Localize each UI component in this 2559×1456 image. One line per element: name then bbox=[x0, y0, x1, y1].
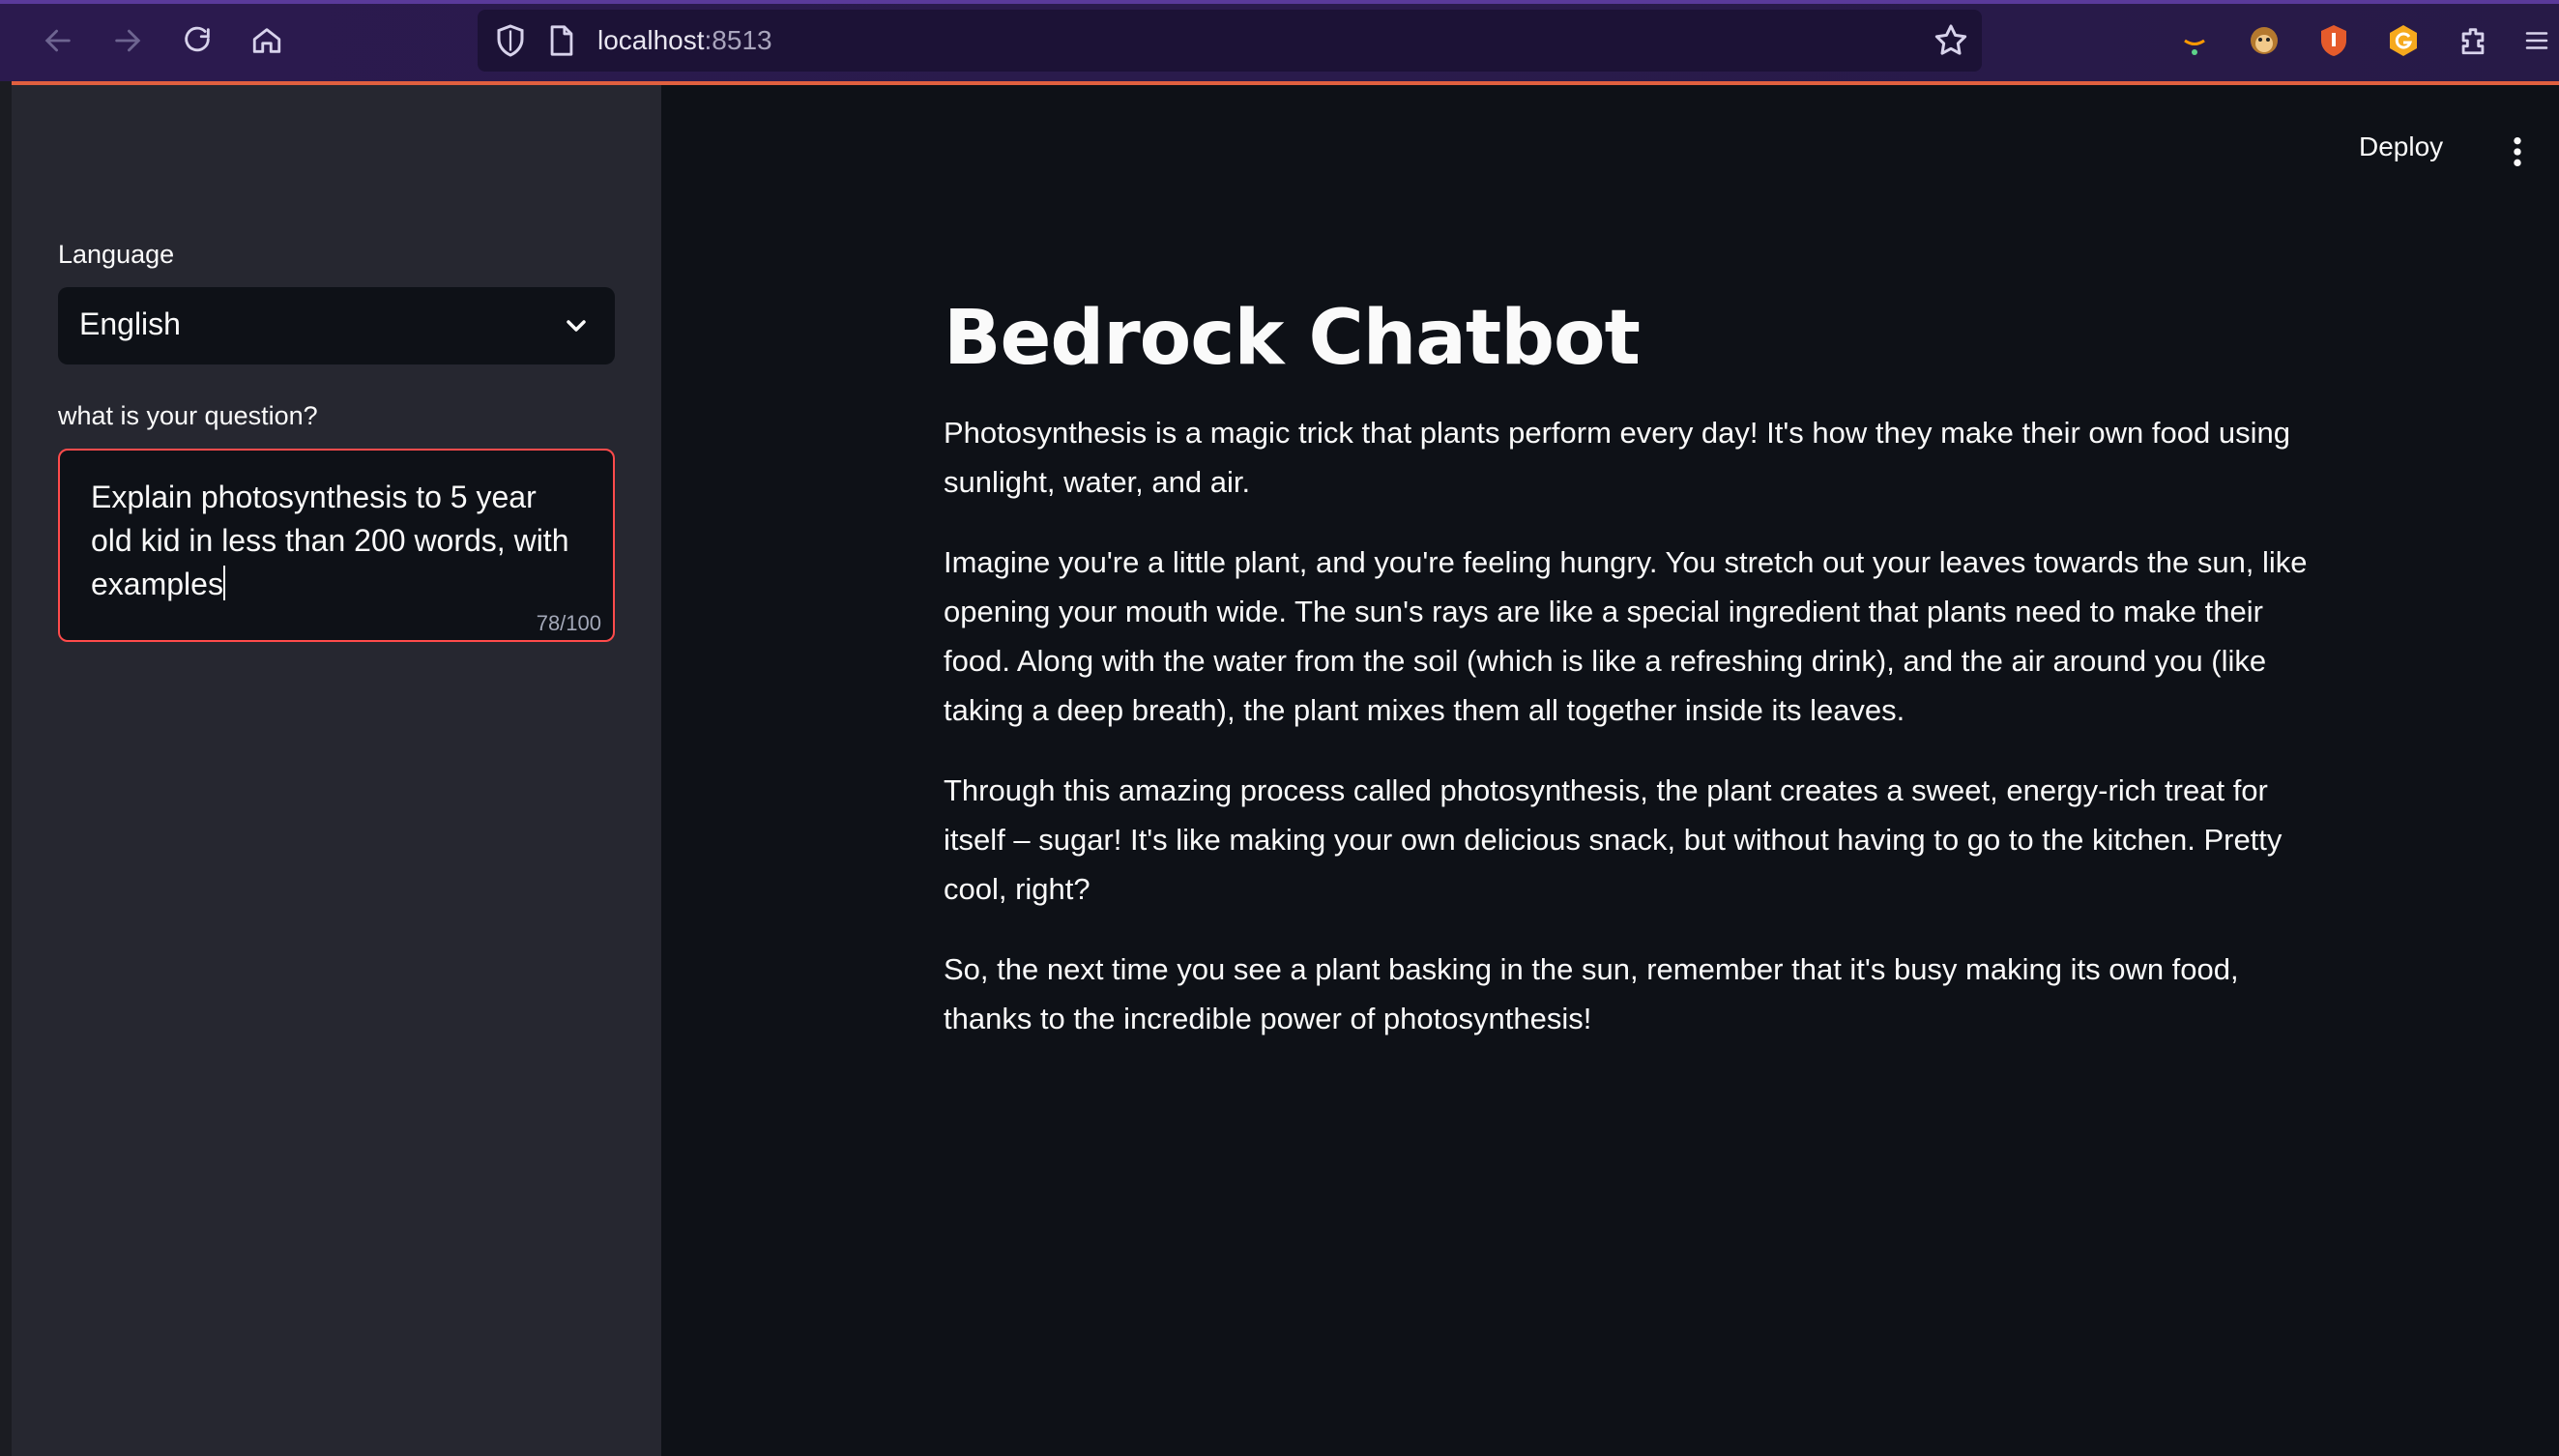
shield-extension-icon[interactable] bbox=[2314, 21, 2353, 60]
chevron-down-icon bbox=[567, 320, 586, 332]
amazon-extension-icon[interactable] bbox=[2175, 21, 2214, 60]
bookmark-star-icon[interactable] bbox=[1932, 21, 1970, 60]
reload-icon[interactable] bbox=[178, 21, 217, 60]
page-title: Bedrock Chatbot bbox=[944, 295, 1641, 382]
tab-strip-edge bbox=[0, 0, 2559, 4]
language-label: Language bbox=[58, 240, 175, 269]
page-icon[interactable] bbox=[545, 23, 578, 58]
question-text-wrapper: Explain photosynthesis to 5 year old kid… bbox=[91, 476, 584, 606]
response-paragraph: So, the next time you see a plant baskin… bbox=[944, 952, 2239, 1035]
url-host: localhost bbox=[597, 25, 705, 55]
back-icon[interactable] bbox=[39, 21, 77, 60]
question-textarea[interactable]: Explain photosynthesis to 5 year old kid… bbox=[58, 449, 615, 642]
home-icon[interactable] bbox=[247, 21, 286, 60]
language-select[interactable]: English bbox=[58, 287, 615, 364]
response-paragraph: Imagine you're a little plant, and you'r… bbox=[944, 545, 2308, 727]
more-options-icon[interactable] bbox=[2506, 135, 2529, 168]
shield-icon[interactable] bbox=[493, 23, 528, 58]
deploy-button[interactable]: Deploy bbox=[2359, 131, 2443, 162]
language-selected-value: English bbox=[79, 306, 181, 341]
grammarly-extension-icon[interactable] bbox=[2384, 21, 2423, 60]
address-bar[interactable]: localhost:8513 bbox=[478, 10, 1982, 72]
url-text[interactable]: localhost:8513 bbox=[597, 23, 772, 58]
sidebar: Language English what is your question? … bbox=[12, 85, 661, 1456]
character-count: 78/100 bbox=[536, 611, 601, 635]
text-caret bbox=[222, 566, 225, 600]
response-paragraph: Photosynthesis is a magic trick that pla… bbox=[944, 416, 2290, 499]
extensions-icon[interactable] bbox=[2454, 21, 2492, 60]
browser-toolbar: localhost:8513 bbox=[0, 0, 2559, 85]
window-edge bbox=[0, 81, 12, 1456]
question-label: what is your question? bbox=[58, 401, 318, 430]
question-text: Explain photosynthesis to 5 year old kid… bbox=[91, 480, 569, 601]
monkey-extension-icon[interactable] bbox=[2245, 21, 2283, 60]
url-port: :8513 bbox=[704, 25, 772, 55]
response-paragraph: Through this amazing process called phot… bbox=[944, 773, 2283, 906]
forward-icon[interactable] bbox=[108, 21, 147, 60]
hamburger-menu-icon[interactable] bbox=[2517, 21, 2556, 60]
main-content: Bedrock Chatbot Photosynthesis is a magi… bbox=[944, 290, 2316, 1074]
